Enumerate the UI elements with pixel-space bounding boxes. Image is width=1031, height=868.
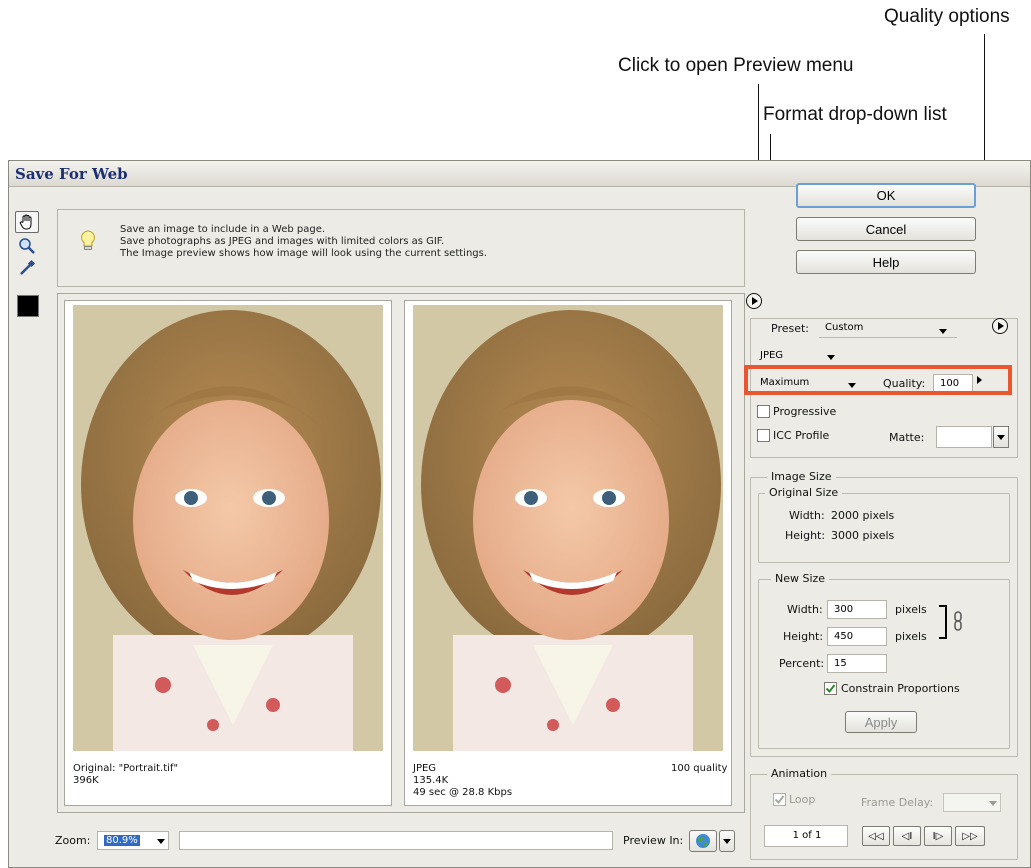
lightbulb-icon [81, 230, 95, 250]
icc-profile-checkbox[interactable] [757, 429, 770, 442]
original-height-label: Height: [785, 529, 826, 542]
hand-icon [19, 214, 32, 230]
new-width-label: Width: [787, 603, 823, 616]
icc-profile-label: ICC Profile [773, 429, 830, 442]
format-value: JPEG [760, 350, 784, 361]
zoom-label: Zoom: [55, 834, 91, 847]
frame-counter: 1 of 1 [764, 825, 848, 847]
frame-delay-label: Frame Delay: [861, 796, 934, 809]
settings-menu-button[interactable] [992, 318, 1008, 334]
chevron-down-icon [723, 839, 731, 844]
new-height-value: 450 [834, 631, 854, 642]
percent-label: Percent: [779, 657, 825, 670]
portrait-image [73, 305, 383, 751]
quality-options-highlight [744, 365, 1012, 395]
help-button[interactable]: Help [796, 250, 976, 274]
zoom-dropdown-icon[interactable] [157, 839, 165, 844]
first-frame-button[interactable]: ◁◁ [862, 826, 890, 846]
matte-dropdown[interactable] [993, 426, 1009, 448]
optimized-preview-pane: JPEG 135.4K 49 sec @ 28.8 Kbps 100 quali… [404, 300, 732, 806]
optimized-download-time: 49 sec @ 28.8 Kbps [413, 787, 513, 798]
percent-input[interactable]: 15 [827, 654, 887, 673]
original-file-name: Original: "Portrait.tif" [73, 763, 179, 774]
preset-label: Preset: [771, 322, 810, 335]
optimized-file-size: 135.4K [413, 775, 449, 786]
checkmark-icon [825, 684, 836, 694]
width-pixels-label: pixels [895, 603, 927, 616]
original-height-value: 3000 pixels [831, 529, 895, 542]
optimized-quality: 100 quality [671, 763, 728, 774]
preview-in-browser-button[interactable] [689, 830, 717, 852]
new-width-input[interactable]: 300 [827, 600, 887, 619]
info-line-2: Save photographs as JPEG and images with… [120, 236, 445, 247]
frame-delay-dropdown-icon[interactable] [989, 801, 997, 806]
original-size-group [758, 493, 1010, 563]
magnifier-icon [19, 238, 35, 254]
optimized-format: JPEG [413, 763, 437, 774]
info-line-3: The Image preview shows how image will l… [120, 248, 488, 259]
percent-value: 15 [834, 658, 847, 669]
original-size-legend: Original Size [765, 486, 843, 499]
callout-quality-options: Quality options [884, 6, 1010, 27]
original-width-label: Width: [789, 509, 825, 522]
cancel-button[interactable]: Cancel [796, 217, 976, 241]
preset-select[interactable]: Custom [819, 319, 957, 338]
optimized-photo[interactable] [413, 305, 723, 751]
new-height-label: Height: [783, 630, 824, 643]
constrain-proportions-label: Constrain Proportions [841, 682, 960, 695]
info-box: Save an image to include in a Web page. … [57, 209, 745, 287]
new-width-value: 300 [834, 604, 854, 615]
progressive-label: Progressive [773, 405, 837, 418]
loop-label: Loop [789, 793, 816, 806]
image-size-legend: Image Size [767, 470, 836, 483]
eyedropper-icon [20, 259, 36, 275]
link-chain-icon [954, 611, 962, 631]
frame-counter-value: 1 of 1 [792, 830, 822, 841]
info-line-1: Save an image to include in a Web page. [120, 224, 326, 235]
preset-dropdown-icon[interactable] [939, 329, 947, 334]
new-height-input[interactable]: 450 [827, 627, 887, 646]
animation-group [750, 774, 1018, 860]
height-pixels-label: pixels [895, 630, 927, 643]
portrait-image [413, 305, 723, 751]
globe-icon [696, 834, 710, 848]
zoom-value: 80.9% [104, 835, 140, 846]
preview-in-dropdown[interactable] [719, 830, 735, 852]
last-frame-button[interactable]: ▷▷ [955, 826, 985, 846]
preset-value: Custom [825, 322, 864, 333]
save-for-web-dialog: Save For Web Save an image to include in… [8, 160, 1031, 868]
eyedropper-tool[interactable] [15, 257, 39, 279]
next-frame-button[interactable]: I▷ [924, 826, 952, 846]
status-field [179, 831, 613, 850]
ok-button[interactable]: OK [796, 183, 976, 208]
chevron-down-icon [997, 435, 1005, 440]
previous-frame-button[interactable]: ◁I [893, 826, 921, 846]
progressive-checkbox[interactable] [757, 405, 770, 418]
hand-tool[interactable] [15, 211, 39, 233]
callout-format-dropdown: Format drop-down list [763, 104, 947, 125]
constrain-proportions-checkbox[interactable] [824, 682, 837, 695]
original-photo[interactable] [73, 305, 383, 751]
format-dropdown-icon[interactable] [827, 355, 835, 360]
preview-menu-arrow-icon [752, 297, 758, 305]
settings-menu-arrow-icon [998, 322, 1004, 330]
original-file-size: 396K [73, 775, 99, 786]
original-width-value: 2000 pixels [831, 509, 895, 522]
checkmark-icon [774, 795, 785, 805]
matte-select[interactable] [936, 426, 992, 448]
animation-legend: Animation [767, 767, 832, 780]
eyedropper-color-swatch[interactable] [17, 295, 39, 317]
preview-in-label: Preview In: [623, 834, 684, 847]
callout-preview-menu: Click to open Preview menu [618, 55, 854, 76]
preview-area: Original: "Portrait.tif" 396K JPEG 135.4… [57, 293, 745, 813]
preview-menu-button[interactable] [746, 293, 762, 309]
new-size-legend: New Size [771, 572, 830, 585]
constrain-bracket [939, 605, 947, 639]
apply-button[interactable]: Apply [845, 711, 917, 733]
zoom-tool[interactable] [15, 235, 39, 257]
matte-label: Matte: [889, 431, 925, 444]
original-preview-pane: Original: "Portrait.tif" 396K [64, 300, 392, 806]
loop-checkbox[interactable] [773, 793, 786, 806]
